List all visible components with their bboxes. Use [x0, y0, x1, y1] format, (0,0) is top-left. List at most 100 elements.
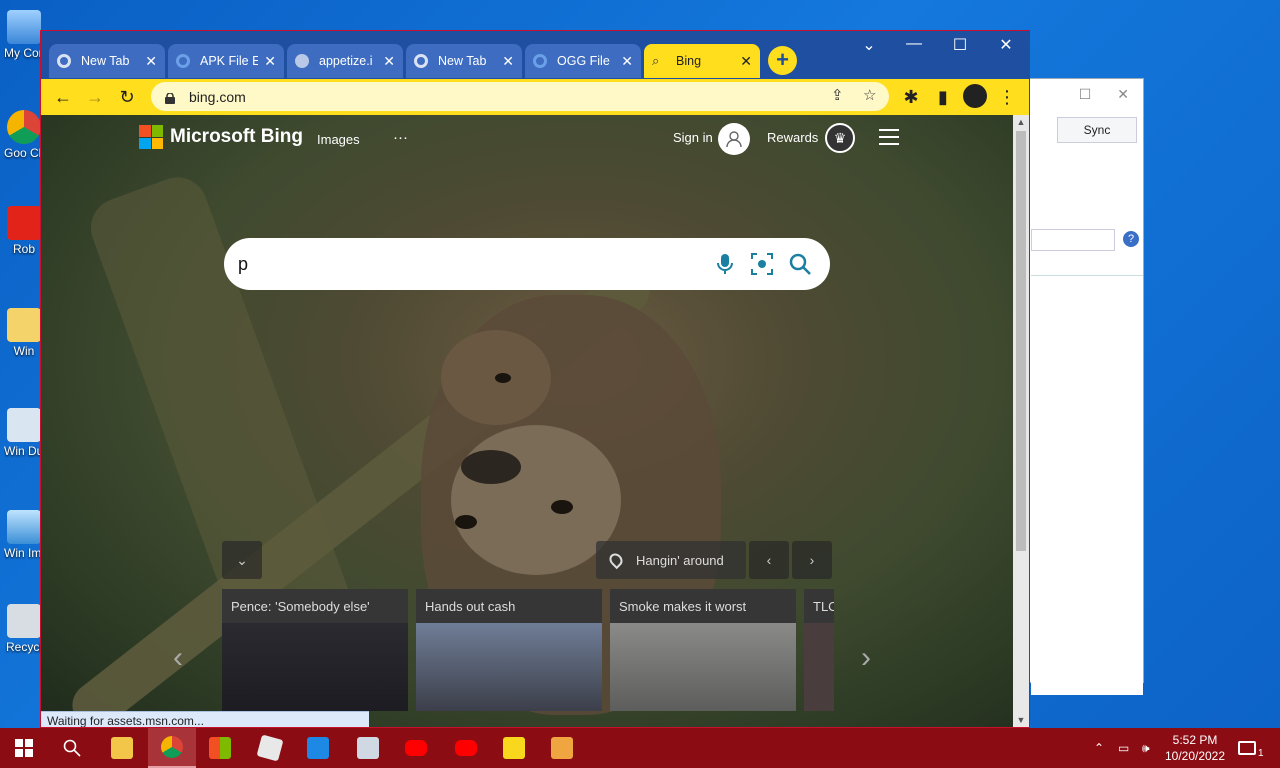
notification-center-icon[interactable]: 1: [1238, 728, 1264, 768]
previous-image-icon[interactable]: ‹: [749, 541, 789, 579]
close-icon[interactable]: ✕: [1117, 86, 1129, 103]
search-favicon-icon: ⌕: [652, 53, 660, 68]
sticky-note-icon: [503, 737, 525, 759]
help-icon[interactable]: ?: [1123, 231, 1139, 247]
news-prev-arrow-icon[interactable]: ‹: [173, 641, 183, 675]
search-box: [224, 238, 830, 290]
taskbar-youtube-1[interactable]: [392, 728, 440, 768]
roblox-icon: [7, 206, 41, 240]
bing-logo[interactable]: Microsoft Bing: [139, 125, 303, 149]
tab-bing[interactable]: ⌕ Bing ✕: [644, 44, 760, 78]
close-window-icon[interactable]: ✕: [996, 35, 1016, 55]
extensions-puzzle-icon[interactable]: ✱: [899, 85, 923, 109]
store-icon: [209, 737, 231, 759]
network-icon[interactable]: ▭: [1118, 728, 1129, 768]
desktop-icon-roblox[interactable]: Rob: [4, 206, 44, 256]
rewards-trophy-icon[interactable]: ♛: [825, 123, 855, 153]
news-card[interactable]: Pence: 'Somebody else': [222, 589, 408, 711]
reload-icon[interactable]: ↻: [115, 85, 139, 109]
sign-in-link[interactable]: Sign in: [673, 130, 713, 145]
tab-apk-file[interactable]: APK File E ✕: [168, 44, 284, 78]
bookmark-star-icon[interactable]: ☆: [863, 86, 876, 104]
profile-avatar-icon[interactable]: [963, 84, 987, 108]
windows-logo-icon: [15, 739, 33, 757]
user-avatar-icon[interactable]: [718, 123, 750, 155]
search-icon[interactable]: [787, 251, 813, 277]
next-image-icon[interactable]: ›: [792, 541, 832, 579]
computer-icon: [7, 10, 41, 44]
scrollbar-thumb[interactable]: [1016, 131, 1026, 551]
visual-search-icon[interactable]: [749, 251, 775, 277]
news-card[interactable]: Smoke makes it worst: [610, 589, 796, 711]
tray-chevron-icon[interactable]: ⌃: [1094, 728, 1104, 768]
desktop-icon-win[interactable]: Win: [4, 308, 44, 358]
side-panel-icon[interactable]: ▮: [931, 85, 955, 109]
image-icon: [7, 510, 41, 544]
taskbar-chrome[interactable]: [148, 728, 196, 768]
collapse-chevron-icon[interactable]: ⌄: [222, 541, 262, 579]
news-card[interactable]: TLC: [804, 589, 834, 711]
app-icon: [7, 408, 41, 442]
scroll-down-icon[interactable]: ▼: [1013, 715, 1029, 725]
background-eye: [455, 515, 477, 529]
close-tab-icon[interactable]: ✕: [145, 53, 157, 70]
menu-kebab-icon[interactable]: ⋮: [995, 85, 1019, 109]
close-tab-icon[interactable]: ✕: [383, 53, 395, 70]
desktop-icon-win-duplicate[interactable]: Win Duplica: [4, 408, 44, 458]
folder-icon: [7, 308, 41, 342]
tab-search-chevron-icon[interactable]: ⌄: [859, 35, 879, 55]
close-tab-icon[interactable]: ✕: [264, 53, 276, 70]
volume-icon[interactable]: 🕪: [1142, 728, 1150, 768]
desktop-icon-my-computer[interactable]: My Comp: [4, 10, 44, 60]
browser-toolbar: ← → ↻ bing.com ⇪ ☆ ✱ ▮ ⋮: [41, 79, 1029, 115]
taskbar-roblox[interactable]: [246, 728, 294, 768]
tab-ogg-file[interactable]: OGG File ✕: [525, 44, 641, 78]
taskbar-youtube-2[interactable]: [442, 728, 490, 768]
page-scrollbar[interactable]: ▲ ▼: [1013, 115, 1029, 727]
maximize-icon[interactable]: ☐: [1079, 86, 1092, 103]
youtube-icon: [455, 740, 477, 756]
sync-button[interactable]: Sync: [1057, 117, 1137, 143]
taskbar-store[interactable]: [196, 728, 244, 768]
background-window[interactable]: ☐ ✕ Sync ?: [1028, 78, 1144, 695]
nav-more-icon[interactable]: ···: [393, 129, 408, 146]
site-favicon-icon: [295, 54, 309, 68]
desktop-icon-chrome[interactable]: Goo Chro: [4, 110, 44, 160]
new-tab-button[interactable]: +: [768, 46, 797, 75]
news-next-arrow-icon[interactable]: ›: [861, 641, 871, 675]
close-tab-icon[interactable]: ✕: [740, 53, 752, 70]
desktop-icon-recycle-bin[interactable]: Recycl: [4, 604, 44, 654]
taskbar-remote-desktop[interactable]: [294, 728, 342, 768]
address-bar[interactable]: bing.com ⇪ ☆: [151, 82, 889, 111]
minimize-icon[interactable]: —: [904, 35, 924, 53]
back-arrow-icon[interactable]: ←: [51, 85, 75, 109]
tab-new-tab-2[interactable]: New Tab ✕: [406, 44, 522, 78]
tab-appetize[interactable]: appetize.i ✕: [287, 44, 403, 78]
taskbar-app[interactable]: [344, 728, 392, 768]
close-tab-icon[interactable]: ✕: [502, 53, 514, 70]
news-card[interactable]: Hands out cash: [416, 589, 602, 711]
nav-images-link[interactable]: Images: [317, 132, 360, 147]
taskbar-file-explorer[interactable]: [98, 728, 146, 768]
microphone-icon[interactable]: [712, 251, 738, 277]
background-search-field[interactable]: [1031, 229, 1115, 251]
start-button[interactable]: [0, 728, 48, 768]
app-icon: [357, 737, 379, 759]
maximize-icon[interactable]: ☐: [950, 35, 970, 55]
close-tab-icon[interactable]: ✕: [621, 53, 633, 70]
search-input[interactable]: [238, 248, 698, 280]
hamburger-menu-icon[interactable]: [879, 129, 899, 145]
forward-arrow-icon[interactable]: →: [83, 85, 107, 109]
rewards-link[interactable]: Rewards: [767, 130, 818, 145]
image-location-button[interactable]: Hangin' around: [596, 541, 746, 579]
background-window-titlebar: ☐ ✕: [1029, 79, 1143, 109]
share-icon[interactable]: ⇪: [831, 86, 844, 104]
taskbar-search-button[interactable]: [48, 728, 96, 768]
desktop-icon-win-image[interactable]: Win Imag: [4, 510, 44, 560]
system-clock[interactable]: 5:52 PM 10/20/2022: [1160, 732, 1230, 764]
scroll-up-icon[interactable]: ▲: [1013, 117, 1029, 127]
tab-new-tab-1[interactable]: New Tab ✕: [49, 44, 165, 78]
taskbar-sticky-notes[interactable]: [490, 728, 538, 768]
taskbar-media-player[interactable]: [538, 728, 586, 768]
background-nose: [461, 450, 521, 484]
